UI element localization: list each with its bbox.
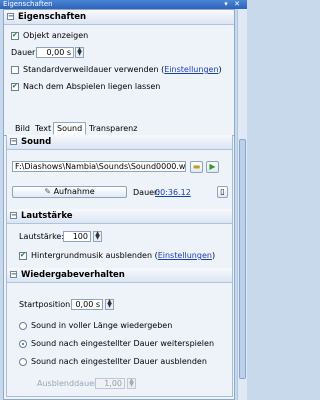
playback-section-title: Wiedergabeverhalten	[21, 270, 125, 280]
start-position-stepper[interactable]: ▲ ▼	[105, 299, 114, 310]
tab-text[interactable]: Text	[32, 123, 54, 135]
collapse-icon[interactable]: −	[10, 212, 17, 219]
playback-section-header[interactable]: − Wiedergabeverhalten	[7, 268, 232, 283]
volume-label: Lautstärke:	[19, 232, 65, 241]
tab-sound[interactable]: Sound	[53, 122, 87, 135]
volume-section-header[interactable]: − Lautstärke	[7, 209, 232, 224]
opt-continue-label: Sound nach eingestellter Dauer weiterspi…	[31, 339, 215, 348]
start-position-label: Startposition:	[19, 300, 73, 309]
tab-bild[interactable]: Bild	[12, 123, 33, 135]
record-button[interactable]: ✎ Aufnahme	[12, 186, 127, 198]
window-title: Eigenschaften	[3, 0, 53, 8]
trash-icon[interactable]: ▯	[217, 186, 228, 198]
tab-content: − Sound F:\Diashows\Nambia\Sounds\Sound0…	[6, 135, 233, 397]
duration-input[interactable]: 0,00 s	[36, 47, 74, 58]
opt-fadeout-radio[interactable]	[19, 358, 27, 366]
properties-section-title: Eigenschaften	[18, 12, 87, 22]
folder-icon[interactable]: ▬	[190, 161, 203, 173]
duration-label: Dauer:	[11, 48, 38, 57]
hide-bg-music-checkbox[interactable]	[19, 251, 27, 260]
fade-duration-input[interactable]: 1,00 s	[95, 378, 125, 389]
standard-duration-label: Standardverweildauer verwenden (	[23, 65, 165, 74]
properties-section-header[interactable]: − Eigenschaften	[4, 10, 234, 25]
microphone-icon: ✎	[44, 187, 54, 196]
volume-section-title: Lautstärke	[21, 211, 73, 221]
sound-section-title: Sound	[21, 137, 52, 147]
hide-bg-music-close: )	[211, 251, 216, 260]
opt-fadeout-label: Sound nach eingestellter Dauer ausblende…	[31, 357, 207, 366]
hide-bg-music-settings-link[interactable]: Einstellungen	[158, 251, 212, 260]
sound-path-input[interactable]: F:\Diashows\Nambia\Sounds\Sound0000.w	[12, 161, 186, 172]
duration-stepper[interactable]: ▲ ▼	[75, 47, 84, 58]
scrollbar[interactable]	[237, 9, 247, 400]
play-icon[interactable]: ▶	[206, 161, 219, 173]
record-button-label: Aufnahme	[53, 187, 95, 196]
collapse-icon[interactable]: −	[10, 271, 17, 278]
properties-panel: − Eigenschaften Objekt anzeigen Dauer: 0…	[3, 9, 235, 400]
object-show-checkbox[interactable]	[11, 31, 19, 40]
collapse-icon[interactable]: −	[7, 13, 14, 20]
sound-duration-link[interactable]: 00:36.12	[155, 188, 191, 197]
fade-duration-label: Ausblenddauer:	[37, 379, 100, 388]
standard-duration-close: )	[218, 65, 222, 74]
collapse-icon[interactable]: −	[10, 138, 17, 145]
start-position-input[interactable]: 0,00 s	[71, 299, 103, 310]
object-show-label: Objekt anzeigen	[23, 31, 89, 40]
opt-continue-radio[interactable]	[19, 340, 27, 348]
tab-bar: Bild Text Sound Transparenz	[4, 122, 234, 136]
after-play-checkbox[interactable]	[11, 82, 19, 91]
fade-duration-stepper[interactable]: ▲ ▼	[127, 378, 136, 389]
tab-transparenz[interactable]: Transparenz	[86, 123, 140, 135]
dock-icon[interactable]: ▾	[222, 1, 230, 8]
window-titlebar: Eigenschaften ▾ ✕	[0, 0, 247, 9]
standard-duration-checkbox[interactable]	[11, 66, 19, 74]
standard-duration-settings-link[interactable]: Einstellungen	[164, 65, 218, 74]
sound-section-header[interactable]: − Sound	[7, 135, 232, 150]
hide-bg-music-label: Hintergrundmusik ausblenden (	[31, 251, 158, 260]
close-icon[interactable]: ✕	[233, 1, 241, 8]
opt-full-radio[interactable]	[19, 322, 27, 330]
opt-full-label: Sound in voller Länge wiedergeben	[31, 321, 173, 330]
scrollbar-thumb[interactable]	[239, 139, 246, 379]
after-play-label: Nach dem Abspielen liegen lassen	[23, 82, 161, 91]
volume-stepper[interactable]: ▲ ▼	[93, 231, 102, 242]
volume-input[interactable]: 100 %	[63, 231, 91, 242]
